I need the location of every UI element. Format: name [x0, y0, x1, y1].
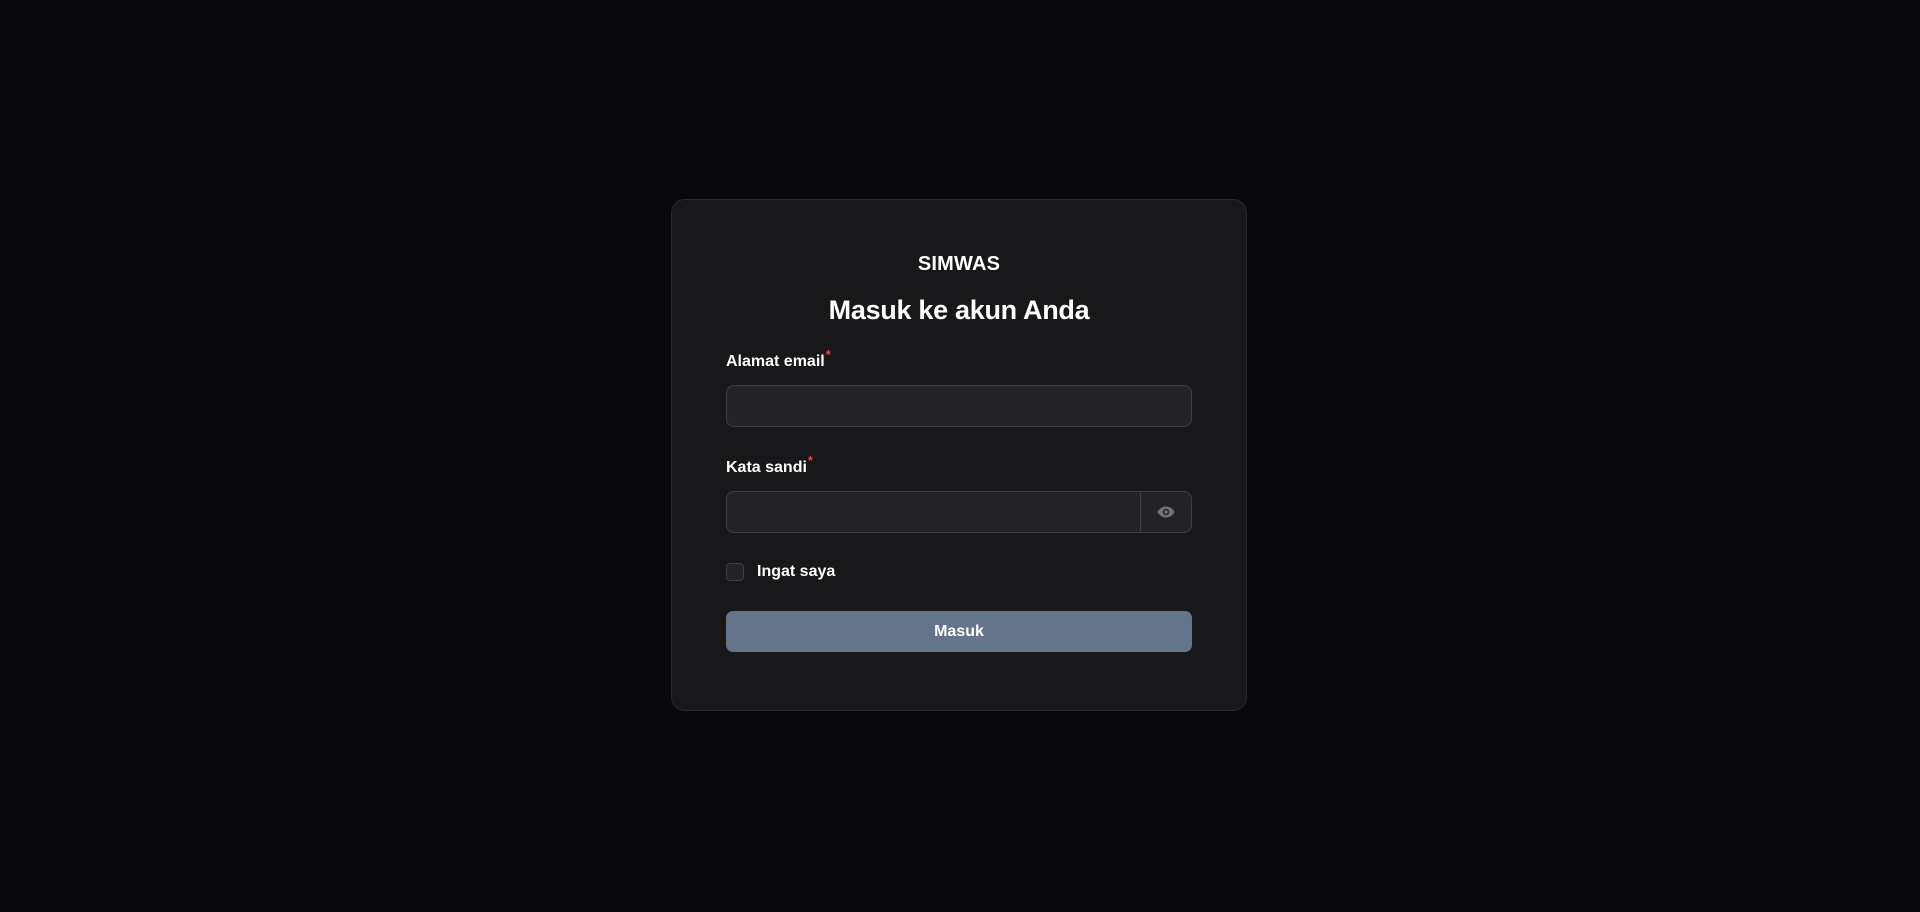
password-field[interactable]: [727, 492, 1140, 532]
password-label: Kata sandi *: [726, 454, 1192, 478]
brand-name: SIMWAS: [917, 253, 1001, 275]
email-required-marker: *: [825, 347, 831, 362]
email-label: Alamat email *: [726, 348, 1192, 372]
password-label-text: Kata sandi: [726, 459, 807, 476]
login-button-label: Masuk: [934, 622, 984, 640]
login-button[interactable]: Masuk: [726, 611, 1192, 652]
email-field[interactable]: [727, 386, 1191, 426]
email-field-wrapper: [726, 385, 1192, 427]
remember-me: Ingat saya: [726, 562, 1192, 582]
login-page: SIMWAS Masuk ke akun Anda Alamat email *…: [0, 0, 1920, 912]
remember-label[interactable]: Ingat saya: [757, 562, 835, 582]
password-toggle-button[interactable]: [1140, 492, 1191, 532]
email-label-text: Alamat email: [726, 353, 825, 370]
page-title: Masuk ke akun Anda: [828, 295, 1090, 325]
password-field-wrapper: [726, 491, 1192, 533]
remember-checkbox[interactable]: [726, 563, 744, 581]
eye-icon: [1157, 506, 1175, 518]
login-card: SIMWAS Masuk ke akun Anda Alamat email *…: [671, 199, 1247, 711]
password-required-marker: *: [807, 453, 813, 468]
